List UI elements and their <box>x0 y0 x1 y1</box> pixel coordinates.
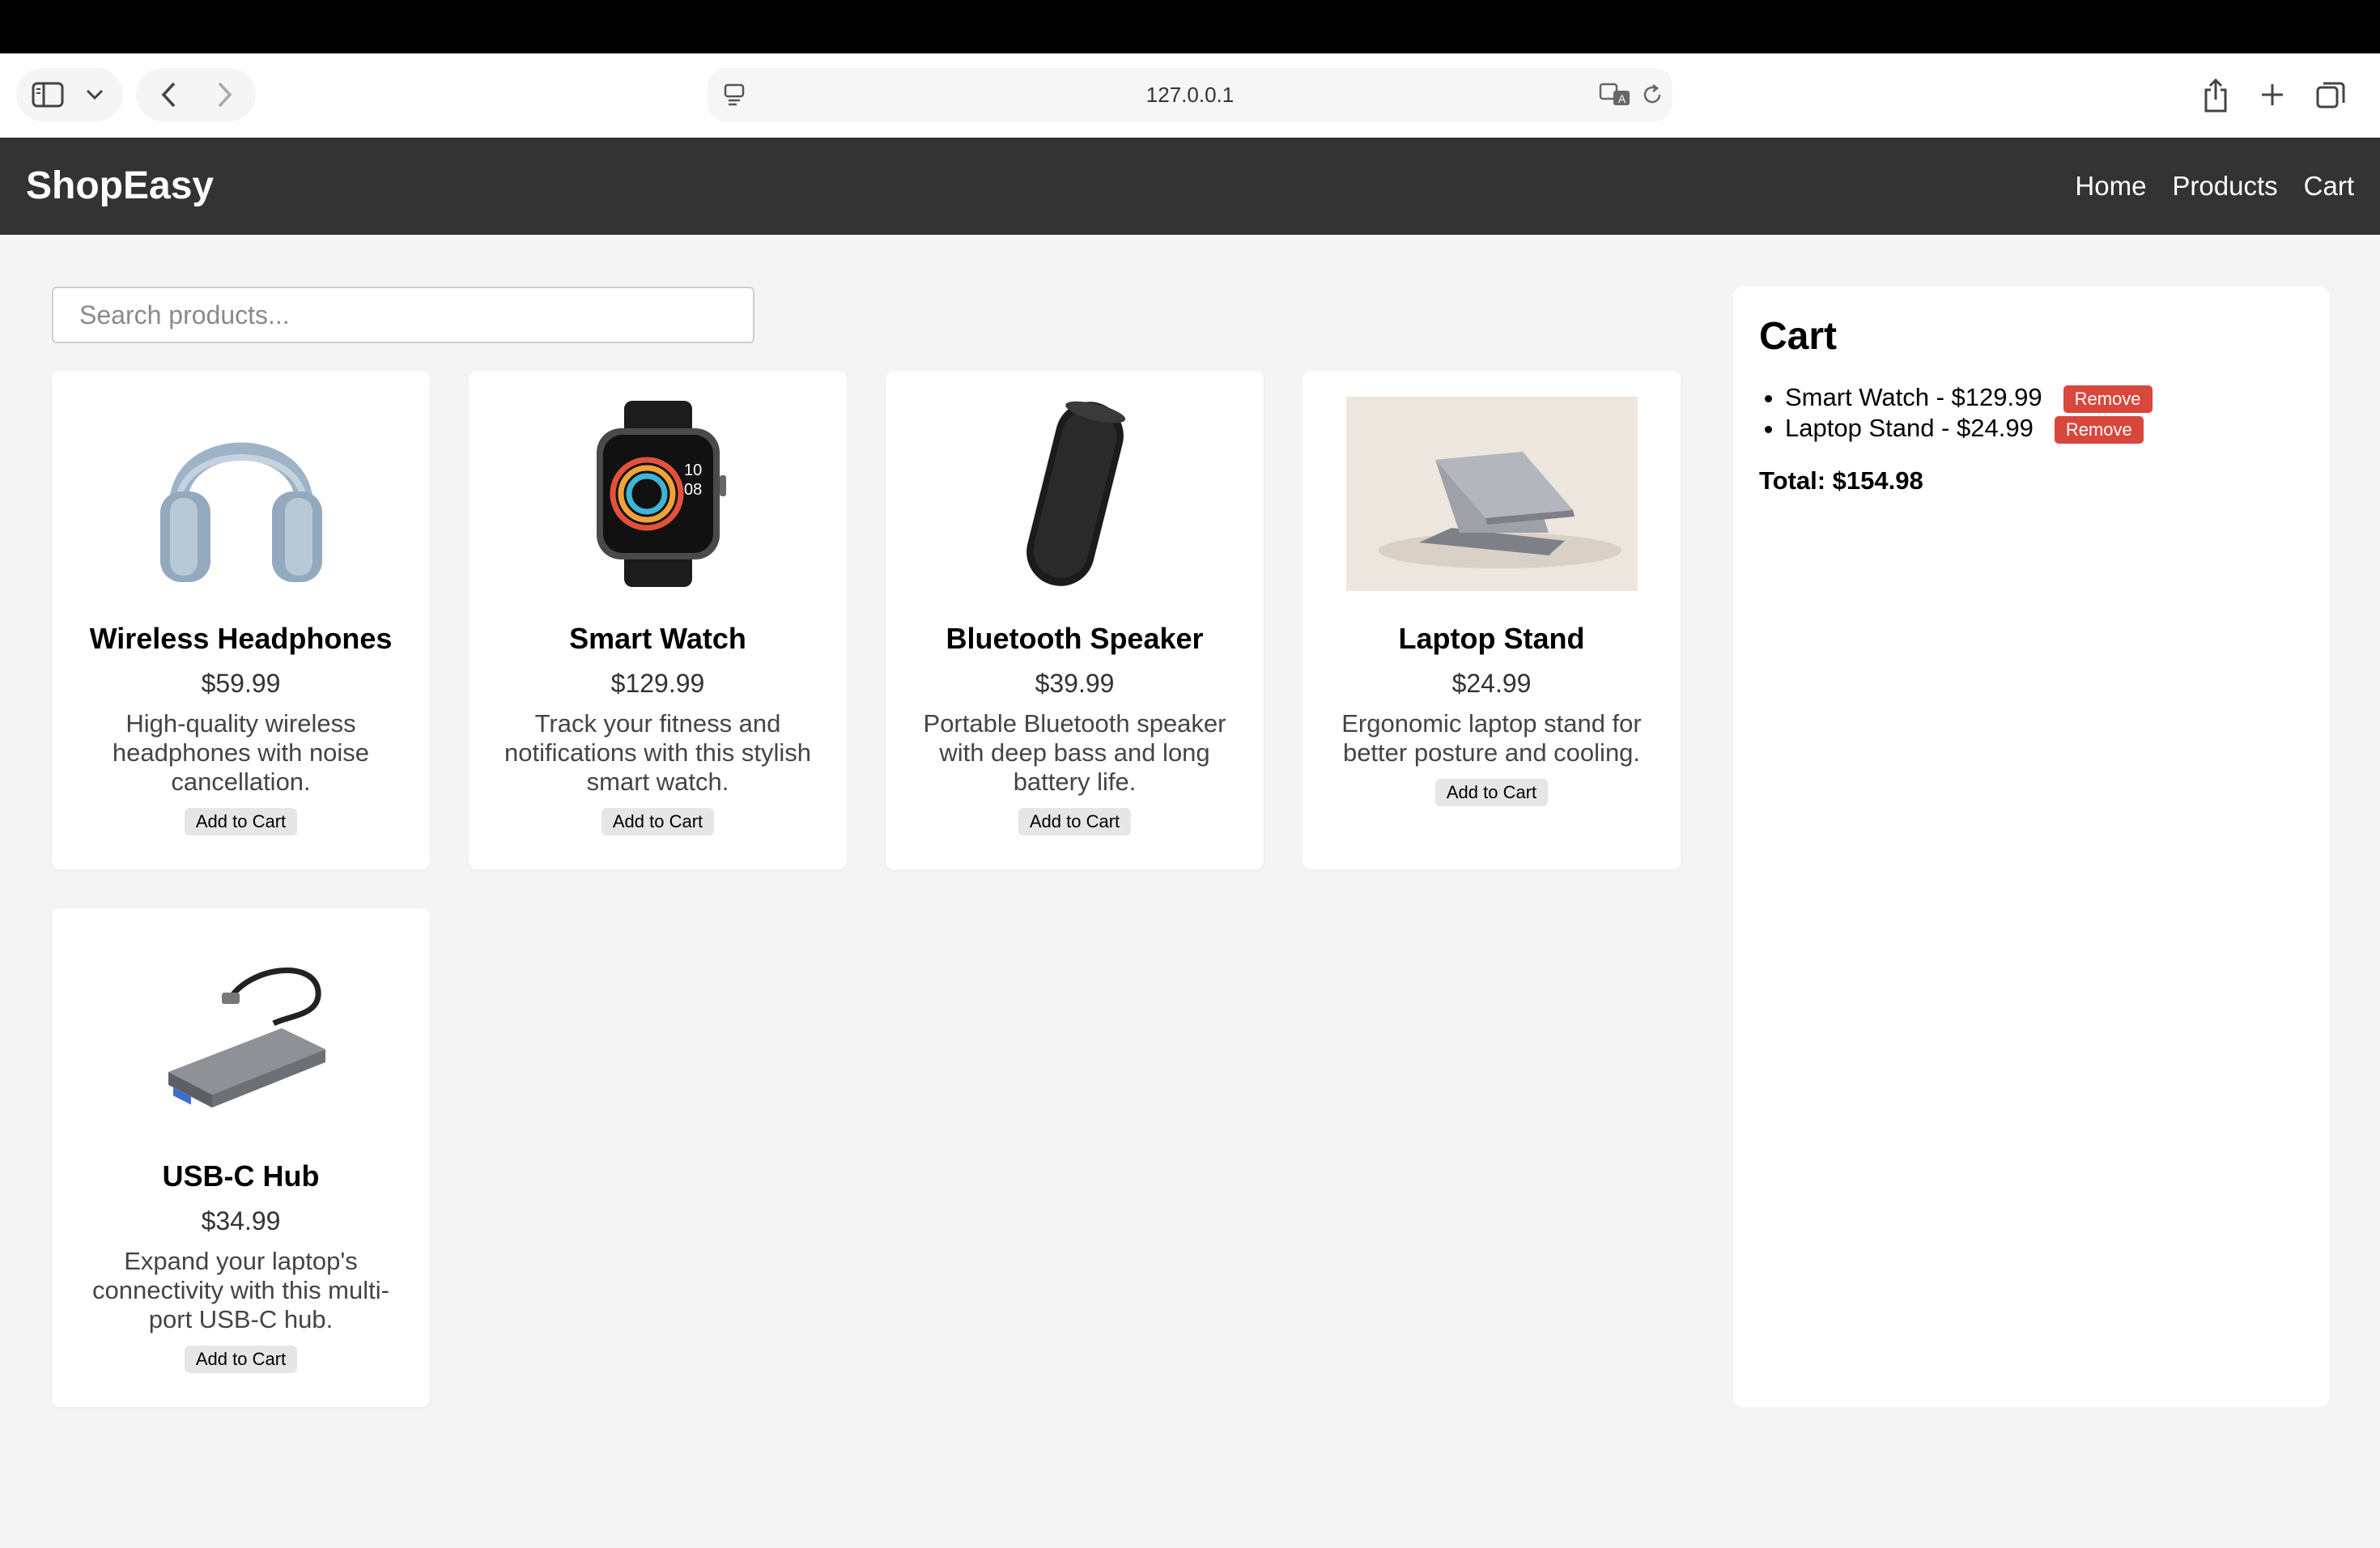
new-tab-plus-icon[interactable] <box>2254 76 2291 113</box>
url-text: 127.0.0.1 <box>1145 83 1235 107</box>
product-description: Track your fitness and notifications wit… <box>504 709 812 796</box>
search-input[interactable] <box>52 287 754 343</box>
main-nav: Home Products Cart <box>2075 138 2354 235</box>
product-price: $24.99 <box>1451 669 1532 698</box>
add-to-cart-button[interactable]: Add to Cart <box>184 1346 298 1373</box>
system-menu-bar <box>0 0 2380 53</box>
cart-item-label: Smart Watch - $129.99 <box>1785 383 2042 411</box>
site-header: ShopEasy Home Products Cart <box>0 138 2380 235</box>
product-card: Wireless Headphones $59.99 High-quality … <box>52 371 430 870</box>
usb-hub-image <box>96 934 387 1129</box>
product-description: Ergonomic laptop stand for better postur… <box>1341 709 1642 767</box>
product-card: Bluetooth Speaker $39.99 Portable Blueto… <box>886 371 1264 870</box>
product-name: Smart Watch <box>569 622 746 655</box>
product-price: $59.99 <box>201 669 281 698</box>
nav-home-link[interactable]: Home <box>2075 171 2146 202</box>
chevron-down-icon[interactable] <box>79 79 110 110</box>
address-bar[interactable]: 127.0.0.1 A <box>708 68 1672 121</box>
add-to-cart-button[interactable]: Add to Cart <box>601 808 715 836</box>
product-price: $129.99 <box>610 669 705 698</box>
product-grid: Wireless Headphones $59.99 High-quality … <box>52 371 1682 1407</box>
product-description: Portable Bluetooth speaker with deep bas… <box>923 709 1226 796</box>
remove-button[interactable]: Remove <box>2054 415 2144 444</box>
product-name: USB-C Hub <box>162 1159 320 1193</box>
product-price: $39.99 <box>1035 669 1115 698</box>
cart-item: Laptop Stand - $24.99 Remove <box>1785 413 2303 444</box>
product-description: High-quality wireless headphones with no… <box>112 709 370 796</box>
tab-overview-icon[interactable] <box>2312 76 2349 113</box>
forward-arrow-icon[interactable] <box>206 76 243 113</box>
svg-text:A: A <box>1618 92 1626 105</box>
product-name: Wireless Headphones <box>89 622 393 655</box>
product-name: Laptop Stand <box>1398 622 1585 655</box>
add-to-cart-button[interactable]: Add to Cart <box>1434 779 1549 806</box>
smartwatch-image: 10 08 <box>512 397 804 591</box>
add-to-cart-button[interactable]: Add to Cart <box>184 808 298 836</box>
product-card: 10 08 Smart Watch $129.99 Track your fit… <box>469 371 847 870</box>
site-logo[interactable]: ShopEasy <box>26 138 214 235</box>
laptop-stand-image <box>1345 397 1638 591</box>
product-card: USB-C Hub $34.99 Expand your laptop's co… <box>52 908 430 1407</box>
cart-title: Cart <box>1759 315 1838 358</box>
reload-icon[interactable] <box>1637 79 1668 110</box>
svg-text:10: 10 <box>684 461 702 479</box>
remove-button[interactable]: Remove <box>2063 385 2153 413</box>
product-description: Expand your laptop's connectivity with t… <box>92 1247 389 1333</box>
browser-toolbar: 127.0.0.1 A <box>0 53 2380 138</box>
cart-total: Total: $154.98 <box>1759 466 1923 495</box>
translate-icon[interactable]: A <box>1598 79 1632 110</box>
product-price: $34.99 <box>201 1206 281 1235</box>
share-icon[interactable] <box>2197 74 2234 117</box>
nav-products-link[interactable]: Products <box>2172 171 2277 202</box>
headphones-image <box>96 397 387 591</box>
product-card: Laptop Stand $24.99 Ergonomic laptop sta… <box>1303 371 1681 870</box>
back-arrow-icon[interactable] <box>151 76 188 113</box>
cart-item-label: Laptop Stand - $24.99 <box>1785 413 2034 442</box>
speaker-image <box>929 397 1221 591</box>
nav-cart-link[interactable]: Cart <box>2304 171 2354 202</box>
product-name: Bluetooth Speaker <box>946 622 1204 655</box>
sidebar-toggle-icon[interactable] <box>29 76 66 113</box>
cart-item: Smart Watch - $129.99 Remove <box>1785 382 2303 413</box>
cart-panel: Cart Smart Watch - $129.99 Remove Laptop … <box>1733 287 2329 1407</box>
svg-text:08: 08 <box>684 481 702 499</box>
add-to-cart-button[interactable]: Add to Cart <box>1018 808 1132 836</box>
cart-items-list: Smart Watch - $129.99 Remove Laptop Stand… <box>1759 382 2303 444</box>
